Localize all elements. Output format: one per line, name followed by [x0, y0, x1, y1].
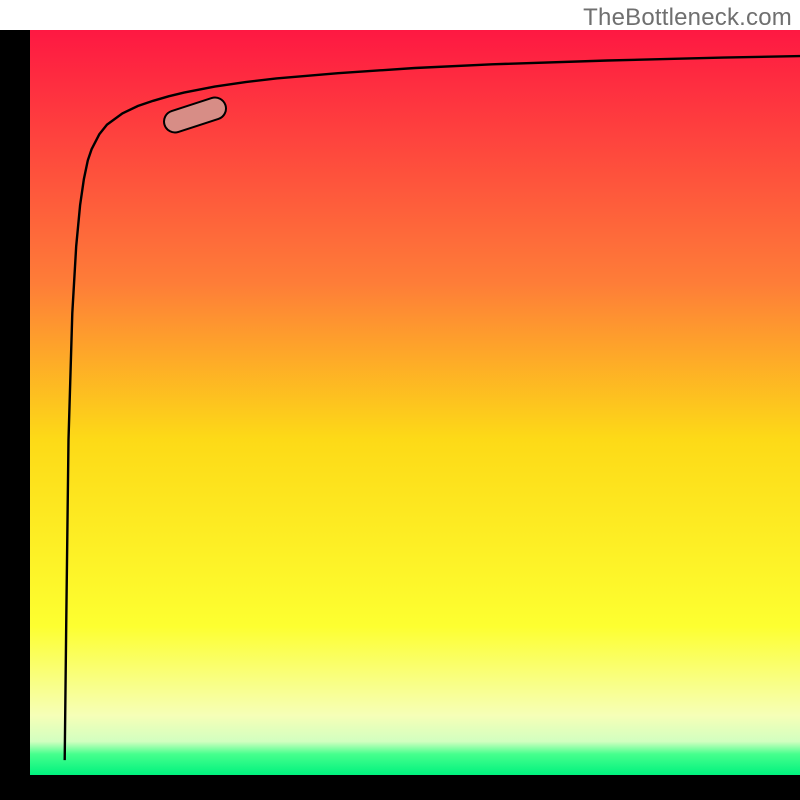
chart-svg [0, 0, 800, 800]
chart-stage: TheBottleneck.com [0, 0, 800, 800]
left-border [0, 30, 30, 800]
bottom-border [0, 775, 800, 800]
gradient-background [30, 30, 800, 775]
watermark-text: TheBottleneck.com [583, 4, 792, 32]
